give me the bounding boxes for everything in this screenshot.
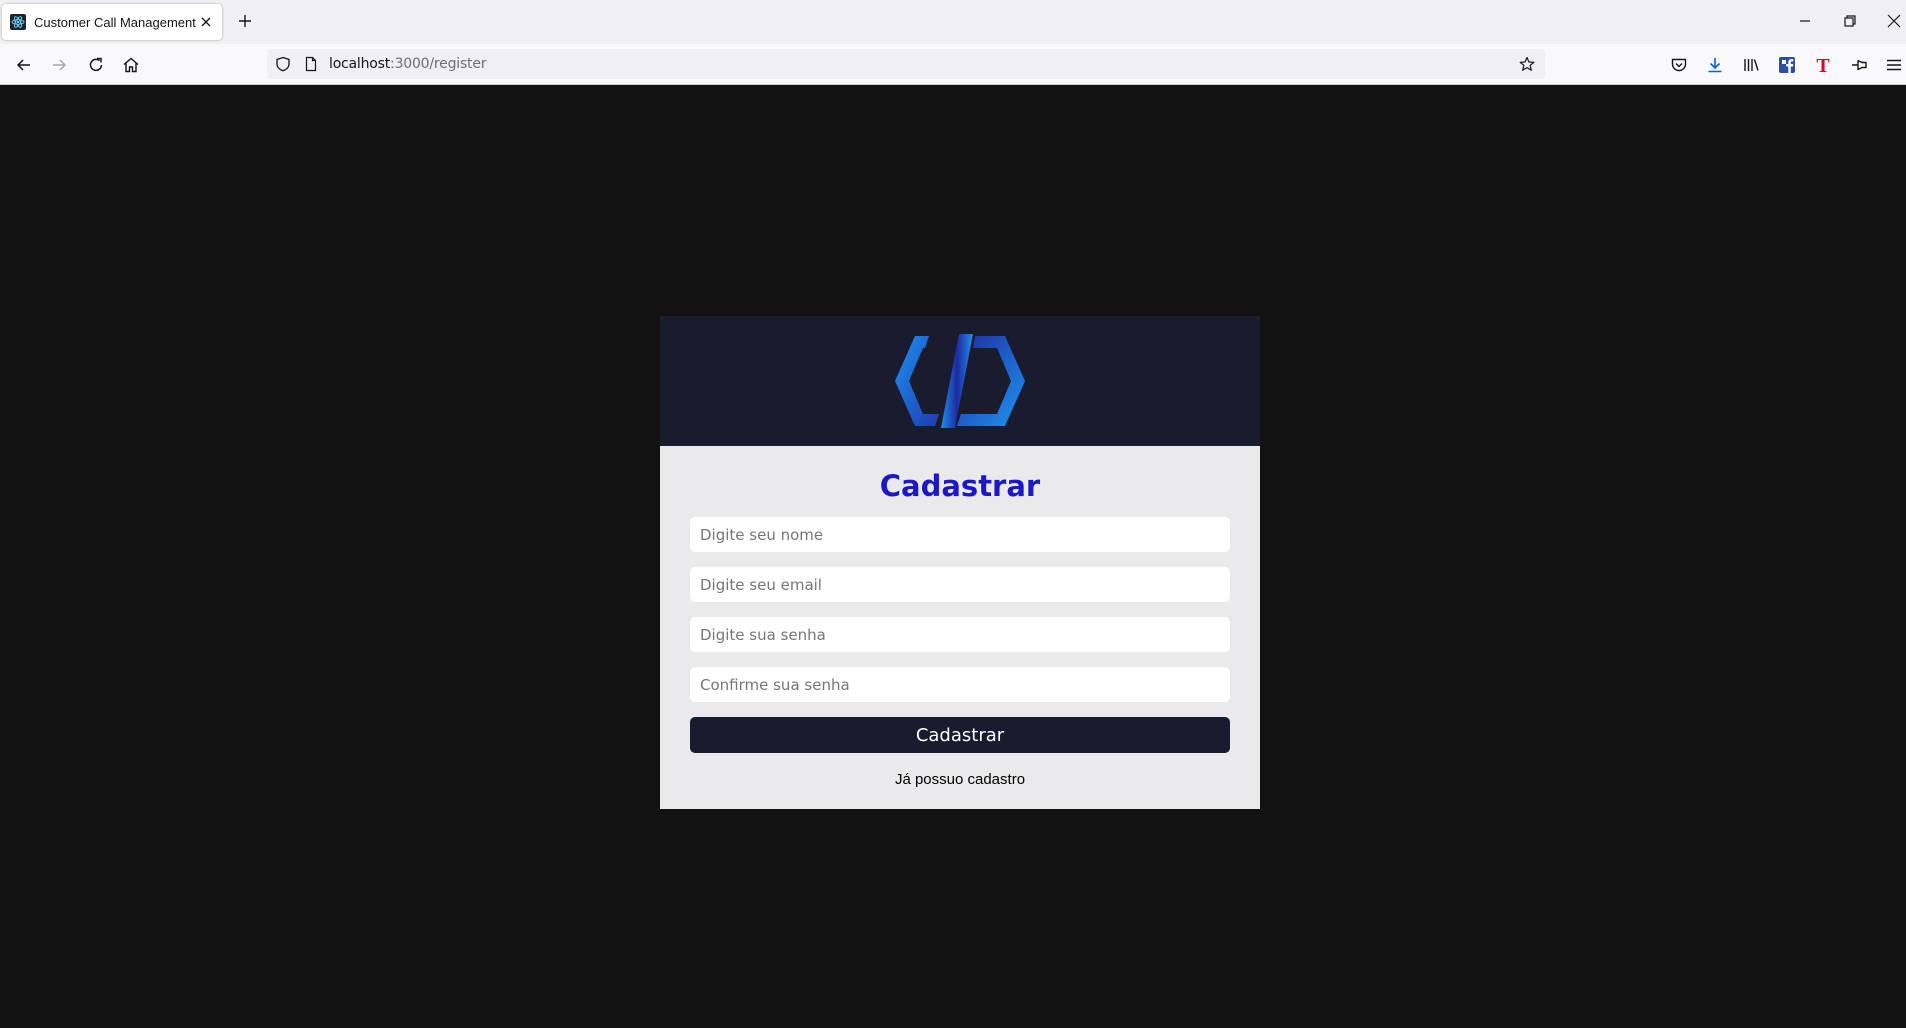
pocket-icon[interactable] <box>1669 55 1689 75</box>
url-path: :3000/register <box>390 56 487 72</box>
hamburger-icon[interactable] <box>1884 55 1904 75</box>
email-input[interactable] <box>690 567 1230 602</box>
code-logo-icon <box>895 334 1025 428</box>
reload-icon[interactable] <box>86 55 106 75</box>
register-card: Cadastrar Cadastrar Já possuo cadastro <box>660 316 1260 809</box>
address-bar[interactable]: localhost:3000/register <box>267 49 1545 79</box>
register-button[interactable]: Cadastrar <box>690 717 1230 753</box>
minimize-icon[interactable] <box>1796 12 1814 30</box>
svg-text:T: T <box>1816 55 1830 75</box>
star-icon[interactable] <box>1519 56 1535 72</box>
download-icon[interactable] <box>1705 55 1725 75</box>
url-text[interactable]: localhost:3000/register <box>329 56 487 72</box>
name-input[interactable] <box>690 517 1230 552</box>
navigation-toolbar: localhost:3000/register T <box>0 44 1906 85</box>
form-title: Cadastrar <box>879 469 1041 503</box>
page-icon[interactable] <box>303 56 319 72</box>
confirm-password-input[interactable] <box>690 667 1230 702</box>
arrow-left-icon[interactable] <box>14 55 34 75</box>
plus-icon[interactable] <box>236 12 254 30</box>
close-icon[interactable] <box>198 14 214 30</box>
shield-icon[interactable] <box>275 56 291 72</box>
facebook-icon[interactable] <box>1777 55 1797 75</box>
card-header <box>660 316 1260 446</box>
pin-icon[interactable] <box>1849 55 1869 75</box>
register-form: Cadastrar Cadastrar Já possuo cadastro <box>660 446 1260 809</box>
restore-icon[interactable] <box>1841 12 1859 30</box>
t-extension-icon[interactable]: T <box>1813 55 1833 75</box>
url-host: localhost <box>329 56 391 72</box>
arrow-right-icon[interactable] <box>49 55 69 75</box>
password-input[interactable] <box>690 617 1230 652</box>
home-icon[interactable] <box>121 55 141 75</box>
tab-title: Customer Call Management <box>34 14 196 30</box>
react-icon <box>10 14 26 30</box>
browser-tab[interactable]: Customer Call Management <box>2 4 222 40</box>
page-content: Cadastrar Cadastrar Já possuo cadastro <box>0 85 1906 1028</box>
library-icon[interactable] <box>1741 55 1761 75</box>
login-link[interactable]: Já possuo cadastro <box>690 771 1230 788</box>
window-close-icon[interactable] <box>1885 12 1903 30</box>
tab-strip: Customer Call Management <box>0 0 1906 44</box>
